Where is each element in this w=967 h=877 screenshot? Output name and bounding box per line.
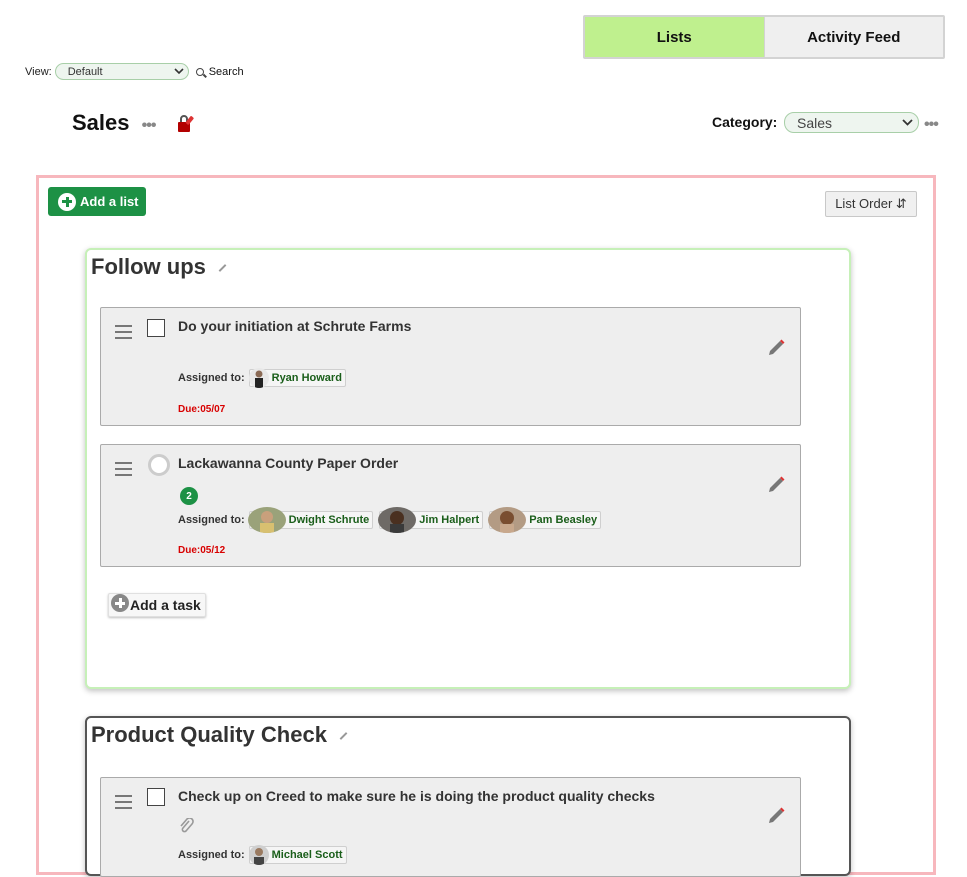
assignee-name: Dwight Schrute: [288, 514, 370, 526]
view-select[interactable]: Default: [54, 63, 189, 80]
edit-pencil-icon[interactable]: [766, 475, 786, 495]
add-task-label: Add a task: [130, 597, 201, 613]
due-date: Due:05/12: [178, 545, 226, 556]
edit-pencil-icon[interactable]: [766, 338, 786, 358]
comment-count-badge[interactable]: 2: [180, 487, 198, 505]
drag-handle-icon[interactable]: [115, 325, 132, 343]
list-title: Follow ups: [91, 254, 227, 280]
edit-pencil-icon[interactable]: [766, 806, 786, 826]
task-circle-checkbox[interactable]: [148, 454, 170, 476]
chevron-down-icon: [902, 119, 913, 126]
assigned-row: Assigned to: Michael Scott: [178, 845, 347, 865]
assigned-row: Assigned to: Dwight Schrute Jim Halpert …: [178, 507, 602, 533]
task-card[interactable]: Check up on Creed to make sure he is doi…: [100, 777, 801, 877]
avatar: [248, 845, 269, 865]
category-label: Category:: [712, 114, 778, 130]
list-title: Product Quality Check: [91, 722, 348, 748]
avatar: [248, 368, 269, 388]
task-checkbox[interactable]: [147, 788, 165, 806]
drag-handle-icon[interactable]: [115, 462, 132, 480]
search-link[interactable]: Search: [195, 65, 244, 78]
drag-handle-icon[interactable]: [115, 795, 132, 813]
tab-activity-feed[interactable]: Activity Feed: [763, 17, 943, 57]
view-select-value: Default: [67, 65, 103, 78]
page-title: Sales •••: [72, 110, 157, 136]
tab-lists[interactable]: Lists: [585, 17, 764, 57]
assignee-chip[interactable]: Michael Scott: [248, 845, 347, 865]
add-list-label: Add a list: [80, 194, 139, 209]
assignee-chip[interactable]: Jim Halpert: [378, 507, 484, 533]
search-icon: [195, 67, 204, 76]
page-menu-dots-icon[interactable]: •••: [142, 117, 157, 134]
category-menu-dots-icon[interactable]: •••: [924, 116, 939, 134]
assignee-name: Michael Scott: [271, 849, 343, 861]
assignee-chip[interactable]: Ryan Howard: [248, 368, 346, 388]
task-card[interactable]: Do your initiation at Schrute Farms Assi…: [100, 307, 801, 426]
chevron-down-icon: [174, 68, 184, 75]
task-card[interactable]: Lackawanna County Paper Order 2 Assigned…: [100, 444, 801, 567]
assignee-chip[interactable]: Dwight Schrute: [247, 507, 374, 533]
add-list-button[interactable]: Add a list: [48, 187, 146, 216]
avatar: [488, 507, 527, 533]
plus-circle-icon: [58, 192, 76, 211]
edit-title-pencil-icon[interactable]: [339, 732, 348, 741]
task-checkbox[interactable]: [147, 319, 165, 337]
page-title-text: Sales: [72, 110, 130, 135]
assigned-label: Assigned to:: [178, 849, 245, 861]
list-title-text: Product Quality Check: [91, 722, 327, 747]
paperclip-icon[interactable]: [179, 818, 195, 834]
view-label: View:: [25, 65, 52, 78]
task-title[interactable]: Check up on Creed to make sure he is doi…: [178, 788, 655, 804]
view-row: View: Default Search: [25, 63, 244, 80]
plus-circle-icon: [111, 594, 129, 612]
assignee-name: Pam Beasley: [529, 514, 598, 526]
task-title[interactable]: Lackawanna County Paper Order: [178, 455, 398, 471]
list-title-text: Follow ups: [91, 254, 206, 279]
assignee-name: Ryan Howard: [271, 372, 342, 384]
assigned-label: Assigned to:: [178, 514, 245, 526]
list-order-button[interactable]: List Order ⇵: [825, 191, 917, 217]
assigned-label: Assigned to:: [178, 372, 245, 384]
category-select[interactable]: Sales: [784, 112, 919, 133]
view-tabs: Lists Activity Feed: [583, 15, 945, 59]
assigned-row: Assigned to: Ryan Howard: [178, 368, 346, 388]
avatar: [378, 507, 417, 533]
edit-title-pencil-icon[interactable]: [218, 264, 227, 273]
search-label: Search: [208, 65, 244, 78]
assignee-name: Jim Halpert: [419, 514, 480, 526]
add-task-button[interactable]: Add a task: [108, 593, 206, 617]
lock-icon[interactable]: [176, 114, 196, 134]
category-select-value: Sales: [797, 114, 833, 131]
assignee-chip[interactable]: Pam Beasley: [488, 507, 602, 533]
due-date: Due:05/07: [178, 404, 226, 415]
avatar: [247, 507, 286, 533]
task-title[interactable]: Do your initiation at Schrute Farms: [178, 318, 411, 334]
